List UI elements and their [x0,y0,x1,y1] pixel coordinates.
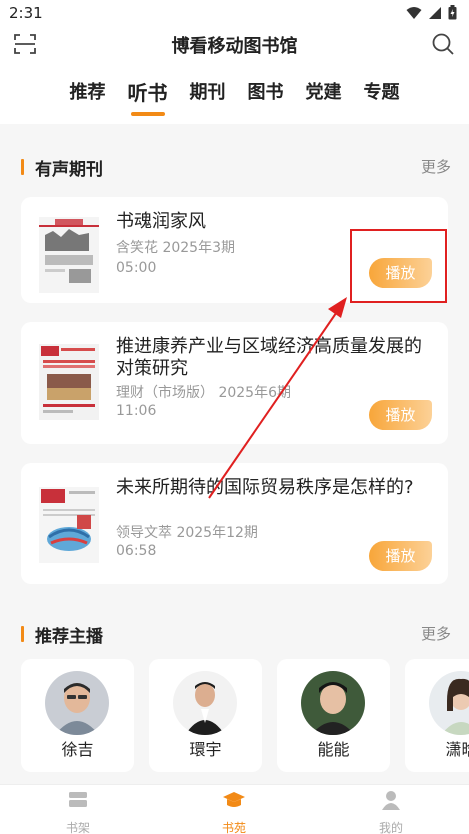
play-button[interactable]: 播放 [369,258,432,288]
bookshelf-icon [69,792,87,807]
avatar [45,671,109,735]
app-title: 博看移动图书馆 [171,36,298,57]
bottom-nav: 书架 书苑 我的 [0,784,469,834]
section-title: 有声期刊 [35,160,103,180]
play-button[interactable]: 播放 [369,400,432,430]
status-bar: 2:31 [0,0,469,26]
audio-source: 含笑花 2025年3期 [116,240,235,256]
section-accent-bar [21,626,24,642]
host-card[interactable]: 徐吉 [21,659,134,772]
nav-label: 书苑 [221,821,246,834]
section-title: 推荐主播 [35,627,103,647]
section-header-audio-periodicals: 有声期刊 更多 [21,155,451,180]
tab-books[interactable]: 图书 [237,78,295,108]
host-card[interactable]: 環宇 [149,659,262,772]
audio-duration: 11:06 [116,403,157,419]
host-card[interactable]: 潇晗 [405,659,469,772]
battery-icon [448,5,457,20]
search-icon[interactable] [431,32,455,56]
nav-mine[interactable]: 我的 [351,789,431,834]
more-link[interactable]: 更多 [421,623,451,644]
signal-icon [429,6,441,19]
tab-periodicals[interactable]: 期刊 [179,78,237,108]
status-time: 2:31 [9,4,43,22]
audio-title: 书魂润家风 [116,211,206,232]
wifi-icon [406,6,422,19]
section-accent-bar [21,159,24,175]
host-card[interactable]: 能能 [277,659,390,772]
host-name: 潇晗 [445,740,469,759]
more-link[interactable]: 更多 [421,156,451,177]
cover-image [39,487,99,563]
nav-bookshelf[interactable]: 书架 [38,789,118,834]
audio-source: 理财（市场版） 2025年6期 [116,385,291,401]
audio-card[interactable]: 书魂润家风 含笑花 2025年3期 05:00 播放 [21,197,448,303]
avatar [301,671,365,735]
audio-card[interactable]: 推进康养产业与区域经济高质量发展的对策研究 理财（市场版） 2025年6期 11… [21,322,448,444]
audio-duration: 06:58 [116,543,157,559]
cover-image [39,344,99,420]
audio-duration: 05:00 [116,260,157,276]
nav-label: 我的 [378,821,403,834]
tab-recommend[interactable]: 推荐 [59,78,117,108]
audio-source: 领导文萃 2025年12期 [116,525,258,541]
app-header: 博看移动图书馆 推荐 听书 期刊 图书 党建 专题 [0,26,469,124]
graduation-cap-icon [223,792,245,807]
tab-audiobooks[interactable]: 听书 [117,78,179,108]
section-header-hosts: 推荐主播 更多 [21,622,451,647]
user-icon [382,791,400,810]
cover-image [39,217,99,293]
host-name: 能能 [317,740,350,759]
host-list: 徐吉 環宇 能能 潇晗 [21,659,469,773]
category-tabs: 推荐 听书 期刊 图书 党建 专题 [0,78,469,108]
tab-party-building[interactable]: 党建 [295,78,353,108]
nav-library[interactable]: 书苑 [194,789,274,834]
play-button[interactable]: 播放 [369,541,432,571]
status-icons [406,5,457,20]
host-name: 環宇 [189,740,222,759]
host-name: 徐吉 [61,740,94,759]
avatar [173,671,237,735]
audio-title: 推进康养产业与区域经济高质量发展的对策研究 [116,336,422,379]
audio-card[interactable]: 未来所期待的国际贸易秩序是怎样的? 领导文萃 2025年12期 06:58 播放 [21,463,448,584]
tab-topics[interactable]: 专题 [353,78,411,108]
audio-title: 未来所期待的国际贸易秩序是怎样的? [116,477,414,498]
nav-label: 书架 [65,821,90,834]
avatar [429,671,469,735]
